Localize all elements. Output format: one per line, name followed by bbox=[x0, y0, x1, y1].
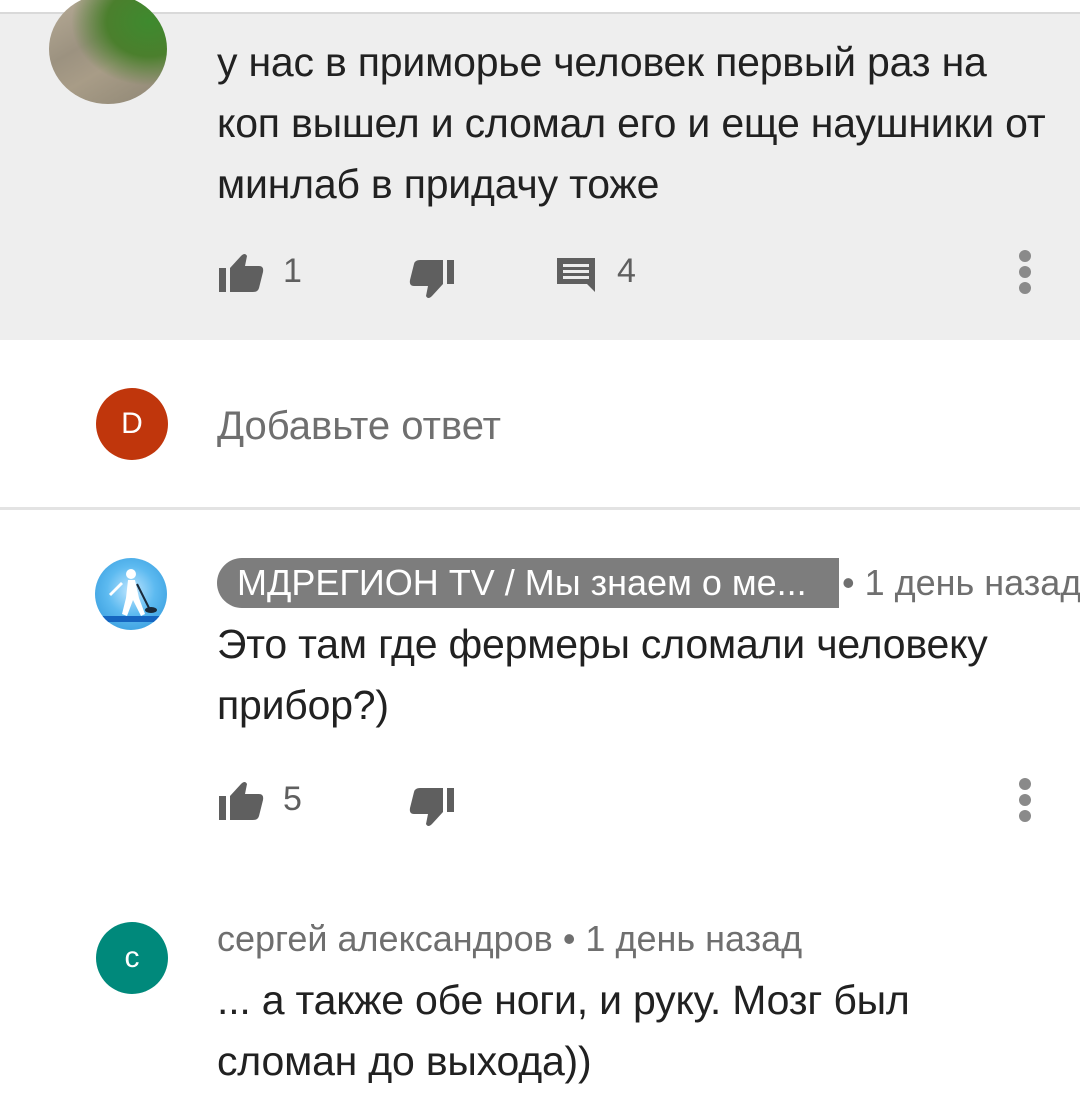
main-comment: у нас в приморье человек первый раз на к… bbox=[0, 0, 1080, 340]
channel-name-chip[interactable]: МДРЕГИОН TV / Мы знаем о ме... bbox=[217, 558, 839, 608]
reply-text: ... а также обе ноги, и руку. Мозг был с… bbox=[217, 977, 910, 1084]
like-count: 1 bbox=[283, 252, 302, 290]
add-reply-section: D Добавьте ответ bbox=[0, 340, 1080, 510]
thumbs-up-icon[interactable] bbox=[217, 250, 265, 294]
reply-author-line: сергей александров • 1 день назад bbox=[217, 918, 802, 960]
reply-time: • 1 день назад bbox=[842, 562, 1080, 603]
channel-avatar[interactable] bbox=[95, 558, 167, 630]
commenter-avatar[interactable] bbox=[49, 0, 167, 104]
reply-count: 4 bbox=[617, 252, 636, 290]
reply-author[interactable]: сергей александров bbox=[217, 918, 553, 959]
more-options-icon[interactable] bbox=[1012, 244, 1038, 300]
comment-actions: 1 4 bbox=[0, 242, 1080, 302]
reply-text: Это там где фермеры сломали человеку при… bbox=[217, 621, 988, 728]
more-options-icon[interactable] bbox=[1012, 772, 1038, 828]
user-avatar[interactable]: D bbox=[96, 388, 168, 460]
reply-actions: 5 bbox=[0, 770, 1080, 830]
comment-text: у нас в приморье человек первый раз на к… bbox=[217, 39, 1046, 207]
thumbs-up-icon[interactable] bbox=[217, 778, 265, 822]
thumbs-down-icon[interactable] bbox=[408, 786, 456, 830]
reply-comment-icon[interactable] bbox=[555, 256, 597, 292]
reply-time: • 1 день назад bbox=[562, 918, 803, 959]
chip-arrow bbox=[812, 558, 830, 608]
thumbs-down-icon[interactable] bbox=[408, 258, 456, 302]
commenter-avatar[interactable]: с bbox=[96, 922, 168, 994]
add-reply-input[interactable]: Добавьте ответ bbox=[217, 404, 501, 449]
top-edge bbox=[0, 0, 1080, 12]
like-count: 5 bbox=[283, 780, 302, 818]
metal-detector-logo-icon bbox=[101, 569, 161, 622]
